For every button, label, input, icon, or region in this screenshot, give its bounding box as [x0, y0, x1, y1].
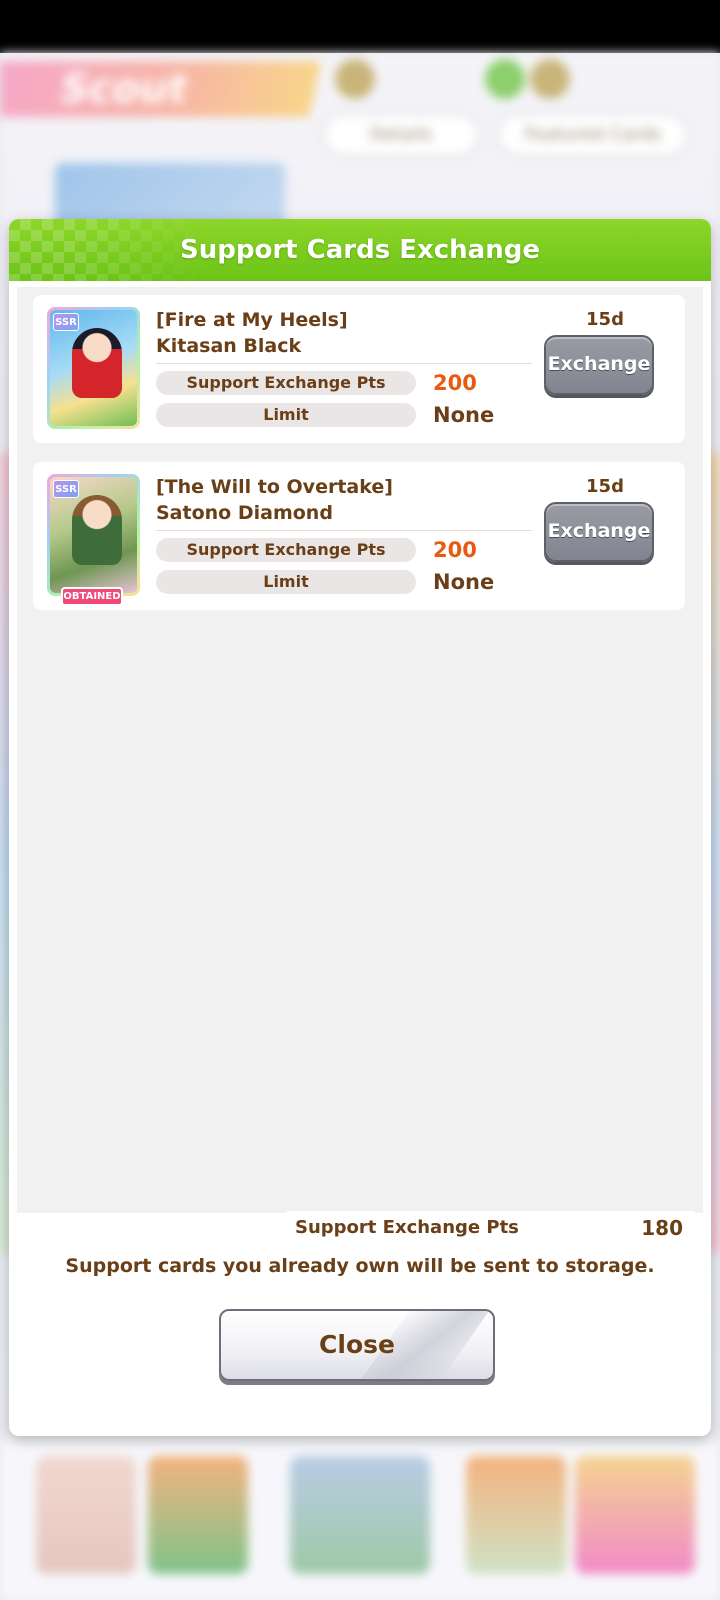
status-bar	[0, 0, 720, 53]
resource-icon	[335, 59, 375, 99]
time-remaining: 15d	[586, 476, 624, 497]
exchange-list[interactable]: SSR [Fire at My Heels] Kitasan Black Sup…	[17, 287, 703, 1213]
support-card-image: SSR	[50, 477, 137, 593]
support-cards-exchange-dialog: Support Cards Exchange SSR [Fire at My H…	[9, 219, 711, 1436]
dialog-header: Support Cards Exchange	[9, 219, 711, 281]
card-title-character: Kitasan Black	[156, 335, 302, 357]
exchange-card: SSR OBTAINED [The Will to Overtake] Sato…	[33, 462, 685, 610]
cost-value: 200	[433, 371, 477, 395]
storage-notice: Support cards you already own will be se…	[65, 1255, 655, 1277]
card-title-epithet: [Fire at My Heels]	[156, 309, 348, 331]
divider	[156, 363, 532, 364]
support-card-image: SSR	[50, 310, 137, 426]
card-name: [The Will to Overtake] Satono Diamond	[156, 474, 536, 526]
card-title-character: Satono Diamond	[156, 502, 333, 524]
details-button: Details	[322, 113, 480, 157]
rarity-badge: SSR	[53, 313, 79, 331]
dialog-title: Support Cards Exchange	[180, 235, 540, 265]
close-button-label: Close	[319, 1330, 395, 1359]
support-card-art[interactable]: SSR OBTAINED	[47, 474, 140, 606]
cost-label: Support Exchange Pts	[156, 371, 416, 395]
character-portrait	[72, 328, 122, 398]
cost-value: 200	[433, 538, 477, 562]
limit-value: None	[433, 403, 495, 427]
resource-icon	[530, 59, 570, 99]
cost-row: Support Exchange Pts 200	[156, 371, 536, 395]
limit-label: Limit	[156, 403, 416, 427]
support-card-art[interactable]: SSR	[47, 307, 140, 429]
scout-title-banner: Scout	[0, 61, 321, 117]
divider	[156, 530, 532, 531]
gem-icon	[485, 59, 525, 99]
limit-value: None	[433, 570, 495, 594]
exchange-button[interactable]: Exchange	[544, 502, 654, 562]
limit-row: Limit None	[156, 570, 536, 594]
limit-row: Limit None	[156, 403, 536, 427]
bottom-navigation	[0, 1438, 720, 1600]
cost-row: Support Exchange Pts 200	[156, 538, 536, 562]
obtained-badge: OBTAINED	[61, 587, 123, 606]
exchange-card: SSR [Fire at My Heels] Kitasan Black Sup…	[33, 295, 685, 443]
close-button[interactable]: Close	[219, 1309, 495, 1381]
card-name: [Fire at My Heels] Kitasan Black	[156, 307, 536, 359]
character-portrait	[72, 495, 122, 565]
featured-cards-button: Featured Cards	[497, 113, 689, 157]
exchange-button[interactable]: Exchange	[544, 335, 654, 395]
points-balance-label: Support Exchange Pts	[295, 1217, 519, 1238]
limit-label: Limit	[156, 570, 416, 594]
points-balance-value: 180	[641, 1216, 683, 1240]
time-remaining: 15d	[586, 309, 624, 330]
rarity-badge: SSR	[53, 480, 79, 498]
card-title-epithet: [The Will to Overtake]	[156, 476, 393, 498]
points-balance: Support Exchange Pts 180	[287, 1211, 695, 1245]
cost-label: Support Exchange Pts	[156, 538, 416, 562]
